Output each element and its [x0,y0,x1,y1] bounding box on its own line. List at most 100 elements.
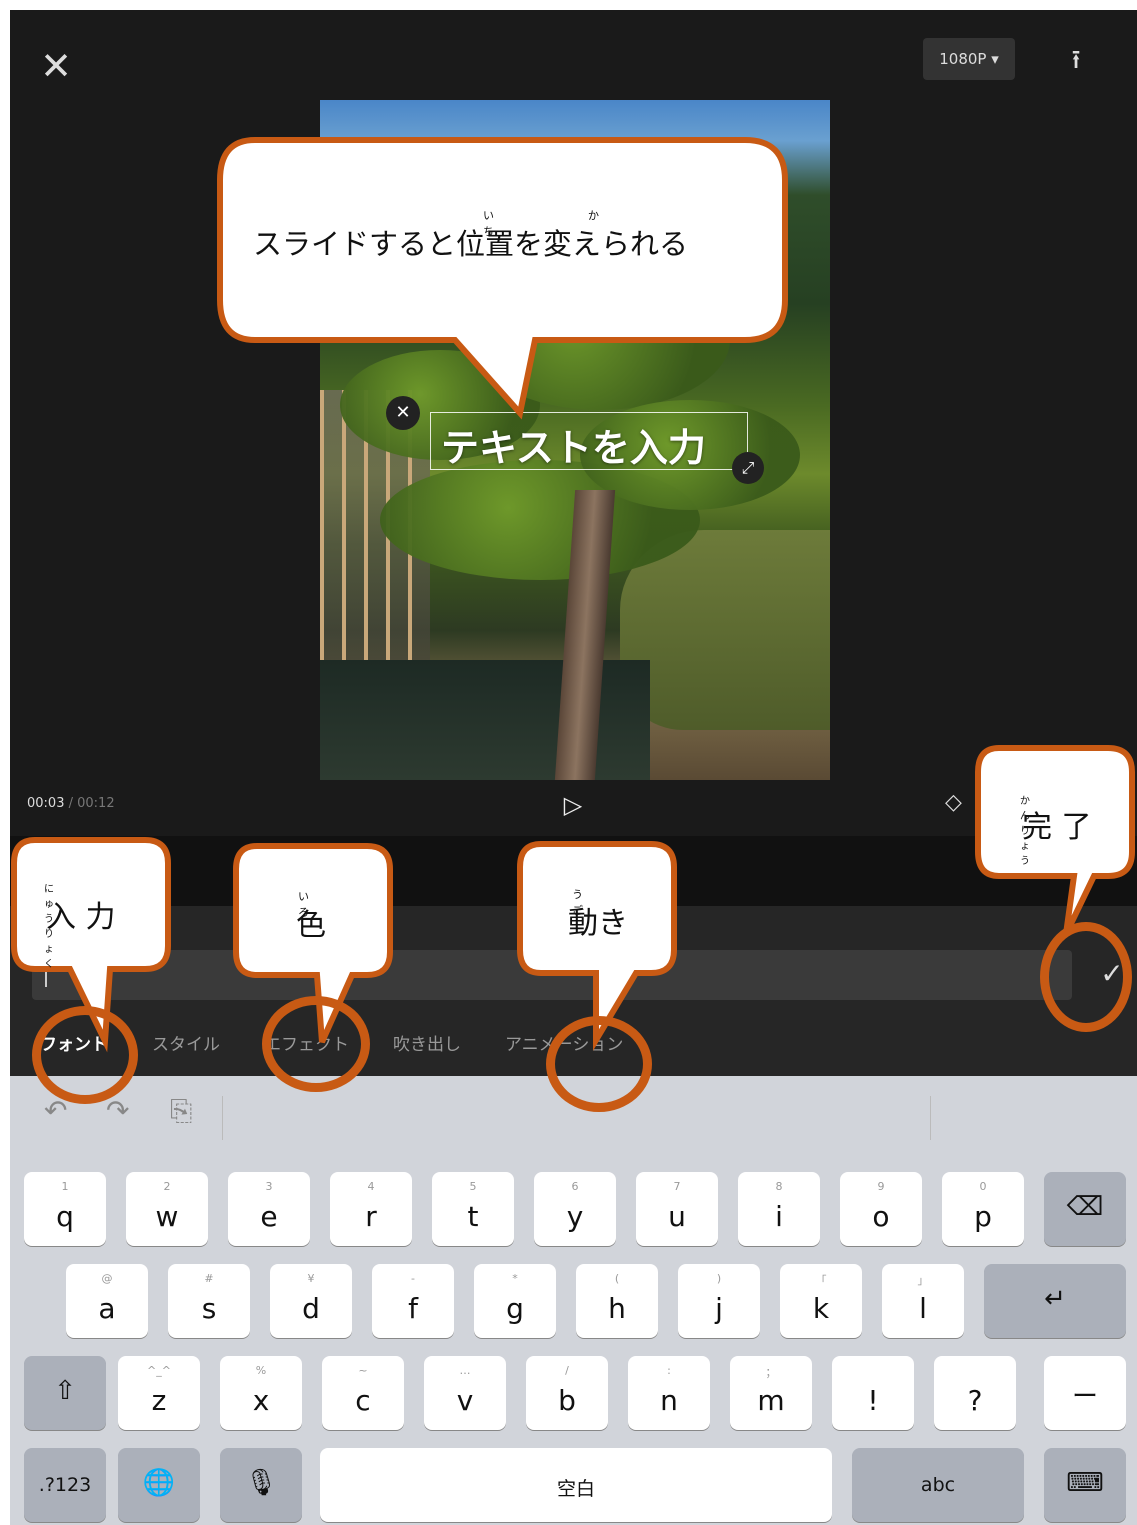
return-key[interactable]: ↵ [984,1264,1126,1338]
key-r[interactable]: 4r [330,1172,412,1246]
backspace-key[interactable]: ⌫ [1044,1172,1126,1246]
key-hint: 2 [163,1180,171,1193]
color-label: 色 [296,908,326,943]
key-label: z [151,1384,167,1417]
key-c[interactable]: ~ c [322,1356,404,1430]
tip-text: スライドすると位置を変えられる [253,227,689,261]
key-exclaim[interactable]: ! [832,1356,914,1430]
numbers-key[interactable]: .?123 [24,1448,106,1522]
highlight-circle-confirm [1040,922,1132,1032]
key-hint: ¥ [307,1272,315,1285]
key-hint: ) [716,1272,722,1285]
abc-key[interactable]: abc [852,1448,1024,1522]
key-label: 🎙 [244,1468,278,1498]
key-label: ↵ [1044,1284,1066,1314]
key-u[interactable]: 7u [636,1172,718,1246]
keyframe-icon[interactable]: ◇ [945,790,962,815]
key-label: d [302,1292,320,1325]
key-label: q [56,1200,74,1233]
key-label: y [566,1200,584,1233]
highlight-circle-effect [262,996,370,1092]
key-label: 空白 [556,1478,595,1500]
key-a[interactable]: @ a [66,1264,148,1338]
space-key[interactable]: 空白 [320,1448,832,1522]
key-t[interactable]: 5t [432,1172,514,1246]
key-hint: … [459,1364,471,1377]
key-e[interactable]: 3e [228,1172,310,1246]
key-hint: * [512,1272,518,1285]
text-resize-icon[interactable]: ⤢ [732,452,764,484]
key-i[interactable]: 8i [738,1172,820,1246]
key-g[interactable]: * g [474,1264,556,1338]
key-hint: 8 [775,1180,783,1193]
key-f[interactable]: -f [372,1264,454,1338]
export-icon[interactable]: ⭱ [1060,44,1092,76]
globe-key[interactable]: 🌐 [118,1448,200,1522]
key-label: ⌫ [1066,1192,1104,1222]
key-hint: # [204,1272,214,1285]
key-l[interactable]: 」 l [882,1264,964,1338]
key-label: e [260,1200,278,1233]
key-hint: 5 [469,1180,477,1193]
key-x[interactable]: % x [220,1356,302,1430]
key-k[interactable]: 「k [780,1264,862,1338]
paste-icon[interactable]: ⎘ [170,1094,192,1128]
key-label: ! [867,1384,879,1417]
key-label: h [608,1292,626,1325]
key-label: w [155,1200,179,1233]
key-n[interactable]: :n [628,1356,710,1430]
key-label: f [408,1292,418,1325]
key-label: ー [1071,1382,1098,1412]
key-j[interactable]: ) j [678,1264,760,1338]
key-q[interactable]: 1q [24,1172,106,1246]
key-label: ? [967,1384,983,1417]
key-label: i [775,1200,783,1233]
key-label: ⇧ [54,1376,76,1406]
key-hint: 3 [265,1180,273,1193]
tab-bubble[interactable]: 吹き出し [393,1030,461,1055]
key-o[interactable]: 9o [840,1172,922,1246]
key-label: ⌨ [1066,1468,1104,1498]
key-d[interactable]: ¥ d [270,1264,352,1338]
key-m[interactable]: ； m [730,1356,812,1430]
key-label: g [506,1292,524,1325]
dash-key[interactable]: ー [1044,1356,1126,1430]
key-v[interactable]: … v [424,1356,506,1430]
key-hint: ~ [358,1364,368,1377]
redo-icon[interactable]: ↷ [106,1094,129,1127]
key-label: k [812,1292,830,1325]
key-s[interactable]: # s [168,1264,250,1338]
highlight-circle-animation [546,1016,652,1112]
close-button[interactable]: ✕ [38,47,74,85]
key-z[interactable]: ^_^z [118,1356,200,1430]
resolution-dropdown[interactable]: 1080P ▾ [923,38,1015,80]
key-b[interactable]: / b [526,1356,608,1430]
key-label: t [467,1200,479,1233]
key-hint: ^_^ [147,1364,171,1377]
key-label: l [919,1292,927,1325]
key-hint: : [667,1364,671,1377]
current-time: 00:03 [27,796,65,811]
key-p[interactable]: 0p [942,1172,1024,1246]
key-label: x [252,1384,270,1417]
key-label: n [660,1384,678,1417]
key-label: r [365,1200,377,1233]
highlight-circle-font [32,1006,138,1104]
key-hint: - [411,1272,415,1285]
input-label: 入 力 [46,900,116,935]
key-y[interactable]: 6y [534,1172,616,1246]
play-icon[interactable]: ▷ [558,790,588,820]
key-question[interactable]: ? [934,1356,1016,1430]
callout-shape [217,137,788,420]
key-hint: 」 [917,1274,929,1287]
key-label: c [355,1384,371,1417]
mic-key[interactable]: 🎙 [220,1448,302,1522]
key-w[interactable]: 2w [126,1172,208,1246]
callout-shape [975,745,1135,936]
keyboard: ↶ ↷ ⎘ 1 q 2 w 3 e 4 r 5 t 6 y 7 u 8 i 9 o 0 p ⌫ @ a # s ¥ d - f * g(h)… [10,1076,1137,1525]
key-hint: 7 [673,1180,681,1193]
hide-keyboard-key[interactable]: ⌨ [1044,1448,1126,1522]
key-label: s [201,1292,217,1325]
shift-key[interactable]: ⇧ [24,1356,106,1430]
key-h[interactable]: (h [576,1264,658,1338]
